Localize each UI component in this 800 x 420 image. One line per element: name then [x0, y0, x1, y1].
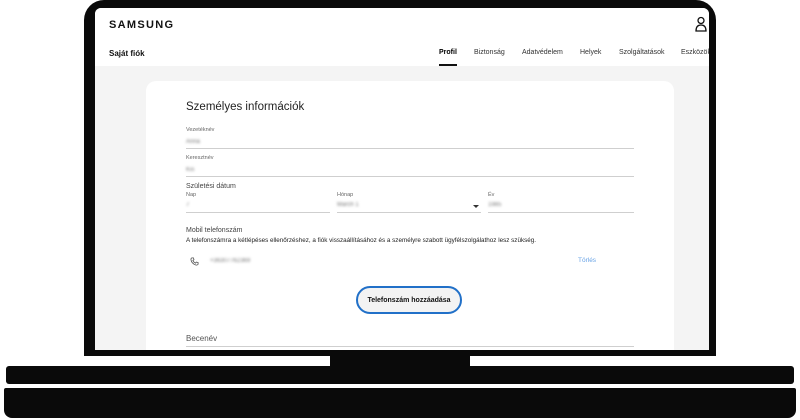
phone-number: +36307762369: [210, 258, 251, 264]
user-icon[interactable]: [695, 16, 707, 32]
year-label: Év: [488, 192, 495, 198]
first-name-underline: [186, 176, 634, 177]
laptop-base-top: [6, 366, 794, 384]
tab-security[interactable]: Biztonság: [474, 49, 505, 66]
month-underline: [337, 212, 481, 213]
month-label: Hónap: [337, 192, 354, 198]
day-field[interactable]: 7: [186, 202, 189, 208]
year-underline: [488, 212, 634, 213]
mobile-helper-text: A telefonszámra a kétlépéses ellenőrzésh…: [186, 237, 537, 244]
phone-icon: [190, 257, 199, 266]
chevron-down-icon[interactable]: [473, 205, 479, 208]
screen: SAMSUNG Saját fiók Profil Biztonság Adat…: [95, 8, 709, 350]
birth-date-label: Születési dátum: [186, 183, 236, 190]
account-title: Saját fiók: [109, 49, 145, 58]
samsung-logo[interactable]: SAMSUNG: [109, 19, 174, 31]
day-underline: [186, 212, 330, 213]
delete-phone-link[interactable]: Törlés: [578, 257, 596, 264]
tab-devices[interactable]: Eszközök: [681, 49, 709, 66]
last-name-label: Vezetéknév: [186, 127, 215, 133]
laptop-base-edge: [14, 385, 786, 387]
nickname-label: Becenév: [186, 334, 218, 343]
laptop-hinge: [330, 356, 470, 366]
nickname-field-underline[interactable]: [186, 346, 634, 347]
tab-profile[interactable]: Profil: [439, 49, 457, 66]
laptop-base: [0, 356, 800, 420]
add-phone-button[interactable]: Telefonszám hozzáadása: [356, 286, 462, 314]
laptop-base-bottom: [4, 388, 796, 418]
year-field[interactable]: 1985: [488, 202, 501, 208]
last-name-field[interactable]: Anna: [186, 139, 200, 145]
mobile-label: Mobil telefonszám: [186, 227, 243, 234]
last-name-underline: [186, 148, 634, 149]
tab-places[interactable]: Helyek: [580, 49, 601, 66]
month-select[interactable]: March 1: [337, 202, 359, 208]
personal-info-card: Személyes információk Vezetéknév Anna Ke…: [146, 81, 674, 350]
first-name-field[interactable]: Kis: [186, 167, 194, 173]
tab-services[interactable]: Szolgáltatások: [619, 49, 665, 66]
tab-privacy[interactable]: Adatvédelem: [522, 49, 563, 66]
card-title: Személyes információk: [186, 101, 305, 113]
day-label: Nap: [186, 192, 197, 198]
top-bar: SAMSUNG Saját fiók Profil Biztonság Adat…: [95, 8, 709, 66]
first-name-label: Keresztnév: [186, 155, 214, 161]
